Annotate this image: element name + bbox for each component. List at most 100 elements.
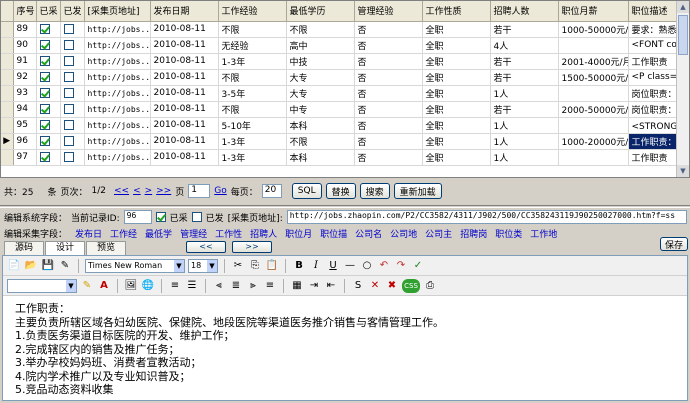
col-header[interactable]: 已采 [36,1,61,22]
cell-description[interactable]: <P class= [628,69,678,86]
cut-icon[interactable]: ✂ [231,259,245,273]
published-checkbox[interactable] [63,119,74,130]
col-header[interactable]: 招聘人数 [490,1,559,22]
nav-last-button[interactable]: >> [232,241,272,253]
replace-button[interactable]: 替换 [325,183,356,199]
cell-url[interactable]: http://jobs.... [84,53,151,70]
published-checkbox[interactable] [63,39,74,50]
prev-page-link[interactable]: < [133,186,141,196]
cell-nature[interactable]: 全职 [422,21,491,38]
cell-salary[interactable]: 1000-20000元/月 [558,133,629,150]
cell-salary[interactable]: 1500-50000元/月 [558,69,629,86]
cell-published[interactable] [60,101,85,118]
go-link[interactable]: Go [214,186,226,196]
cell-education[interactable]: 不限 [286,133,355,150]
row-indicator[interactable] [1,69,14,86]
cell-salary[interactable] [558,85,629,102]
cell-salary[interactable]: 2000-50000元/月 [558,101,629,118]
cell-no[interactable]: 91 [13,53,37,70]
next-page-link[interactable]: > [145,186,153,196]
cell-count[interactable]: 若干 [490,69,559,86]
cell-management[interactable]: 否 [354,69,423,86]
row-indicator[interactable] [1,53,14,70]
cell-nature[interactable]: 全职 [422,117,491,134]
cell-url[interactable]: http://jobs.... [84,37,151,54]
image-icon[interactable]: 🖼 [124,279,138,293]
published-checkbox[interactable] [63,55,74,66]
tab-design[interactable]: 设计 [45,241,86,256]
collect-field-link[interactable]: 管理经 [180,227,207,240]
collect-field-link[interactable]: 招聘岗 [460,227,487,240]
cell-collected[interactable] [36,85,61,102]
tab-source[interactable]: 源码 [4,241,45,255]
cell-url[interactable]: http://jobs.... [84,85,151,102]
cell-education[interactable]: 不限 [286,21,355,38]
col-header[interactable]: 最低学历 [286,1,355,22]
table-row[interactable]: 92 http://jobs....2010-08-11不限大专否全职若干1500… [1,69,678,86]
cell-experience[interactable]: 1-3年 [218,53,287,70]
cell-no[interactable]: 89 [13,21,37,38]
cell-experience[interactable]: 1-3年 [218,133,287,150]
print-icon[interactable]: ⎙ [423,279,437,293]
cell-management[interactable]: 否 [354,133,423,150]
cell-published[interactable] [60,133,85,150]
cell-published[interactable] [60,149,85,166]
collected-checkbox[interactable] [39,39,50,50]
copy-icon[interactable]: ⎘ [248,259,262,273]
justify-icon[interactable]: ≡ [263,279,277,293]
cell-description[interactable]: 工作职责 [628,53,678,70]
cell-description[interactable]: 工作职责 [628,149,678,166]
published-checkbox[interactable] [63,71,74,82]
published-checkbox[interactable] [63,103,74,114]
globe-icon[interactable]: 🌐 [141,279,155,293]
undo-icon[interactable]: ↶ [377,259,391,273]
cell-management[interactable]: 否 [354,21,423,38]
collect-field-link[interactable]: 职位月 [285,227,312,240]
collected-checkbox[interactable] [39,87,50,98]
scroll-up-arrow-icon[interactable]: ▲ [677,1,689,13]
collect-field-link[interactable]: 工作性 [215,227,242,240]
cell-education[interactable]: 中专 [286,101,355,118]
splitter[interactable] [0,205,690,208]
cell-nature[interactable]: 全职 [422,53,491,70]
align-left-icon[interactable]: ⫷ [212,279,226,293]
cell-description[interactable]: <FONT col [628,37,678,54]
font-size-select[interactable]: 18 ▼ [188,258,218,273]
row-indicator[interactable] [1,101,14,118]
editor-content[interactable]: 工作职责： 主要负责所辖区域各妇幼医院、保健院、地段医院等渠道医务推介销售与客情管… [3,296,687,399]
col-header[interactable]: 发布日期 [150,1,219,22]
cell-url[interactable]: http://jobs.... [84,21,151,38]
collected-checkbox[interactable] [39,23,50,34]
cell-date[interactable]: 2010-08-11 [150,85,219,102]
font-name-select[interactable]: Times New Roman ▼ [85,258,185,273]
cell-collected[interactable] [36,69,61,86]
circle-icon[interactable]: ○ [360,259,374,273]
collected-checkbox[interactable] [39,55,50,66]
cell-date[interactable]: 2010-08-11 [150,101,219,118]
published-checkbox[interactable] [63,87,74,98]
cell-no[interactable]: 94 [13,101,37,118]
cell-education[interactable]: 中技 [286,53,355,70]
sql-button[interactable]: SQL [291,183,322,199]
open-folder-icon[interactable]: 📂 [24,259,38,273]
cell-no[interactable]: 90 [13,37,37,54]
record-id-input[interactable]: 96 [123,210,152,224]
align-center-icon[interactable]: ≣ [229,279,243,293]
cell-count[interactable]: 1人 [490,117,559,134]
tab-preview[interactable]: 预览 [86,241,127,255]
table-row[interactable]: 91 http://jobs....2010-08-111-3年中技否全职若干20… [1,53,678,70]
published-checkbox[interactable] [63,151,74,162]
cell-count[interactable]: 1人 [490,133,559,150]
cell-published[interactable] [60,85,85,102]
col-header[interactable]: 工作经验 [218,1,287,22]
spellcheck-icon[interactable]: ✓ [411,259,425,273]
remove-format-icon[interactable]: ✕ [368,279,382,293]
cell-salary[interactable]: 1000-50000元/月 [558,21,629,38]
search-button[interactable]: 搜索 [359,183,390,199]
ordered-list-icon[interactable]: ≡ [168,279,182,293]
cell-url[interactable]: http://jobs.... [84,101,151,118]
row-indicator[interactable] [1,21,14,38]
collect-field-link[interactable]: 职位描 [320,227,347,240]
scroll-thumb[interactable] [678,15,688,55]
css-icon[interactable]: CSS [402,278,420,293]
